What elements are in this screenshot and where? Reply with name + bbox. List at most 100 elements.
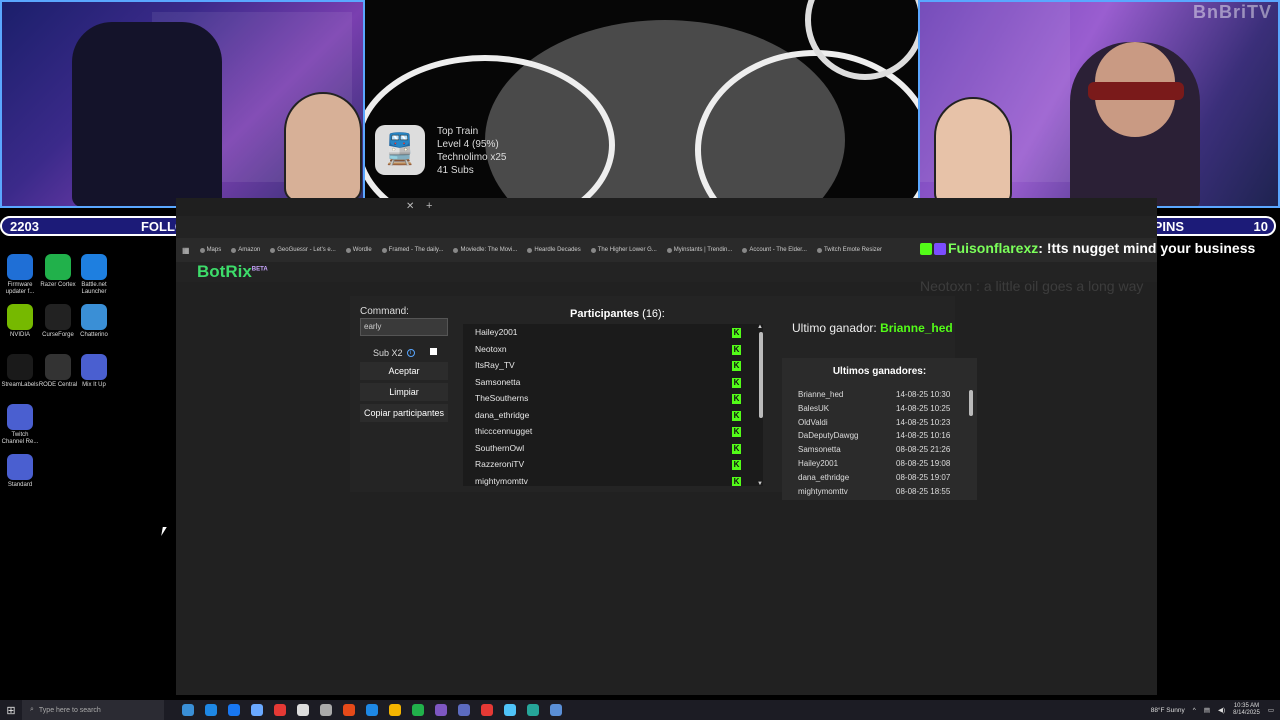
system-tray: 88°F Sunny ^ ▤ ◀) 10:35 AM 8/14/2025 ▭ xyxy=(1151,703,1274,717)
kick-badge-icon: K xyxy=(732,460,741,470)
participants-title-text: Participantes xyxy=(570,308,640,320)
winners-scrollbar[interactable] xyxy=(969,390,973,416)
bookmark-favicon-icon xyxy=(270,247,276,253)
taskbar-app-icon[interactable] xyxy=(297,704,309,716)
info-icon[interactable]: i xyxy=(406,349,415,357)
participant-row: RazzeroniTV K xyxy=(463,456,763,473)
botrix-logo[interactable]: BotRixBETA xyxy=(197,262,268,282)
notifications-icon[interactable]: ▭ xyxy=(1268,706,1274,714)
desktop-icon[interactable]: Firmware updater f... xyxy=(0,254,40,296)
participants-scrollbar[interactable] xyxy=(759,332,763,418)
taskbar-app-icon[interactable] xyxy=(504,704,516,716)
bookmark-label: Wordle xyxy=(352,247,372,253)
close-tab-icon[interactable]: ✕ xyxy=(406,201,414,212)
bookmark-item[interactable]: Myinstants | Trendin... xyxy=(666,247,732,253)
taskbar-app-icon[interactable] xyxy=(251,704,263,716)
taskbar-app-icon[interactable] xyxy=(458,704,470,716)
bookmark-label: Twitch Emote Resizer xyxy=(823,247,882,253)
desktop-icon[interactable]: Mix It Up xyxy=(74,354,114,389)
desktop-icon[interactable]: Chatterino xyxy=(74,304,114,339)
scroll-up-icon[interactable]: ▲ xyxy=(757,324,763,330)
desktop-icon[interactable]: NVIDIA xyxy=(0,304,40,339)
taskbar-app-icon[interactable] xyxy=(481,704,493,716)
weather[interactable]: 88°F Sunny xyxy=(1151,707,1185,714)
desktop-icon[interactable]: Twitch Channel Re... xyxy=(0,404,40,446)
taskbar-app-icon[interactable] xyxy=(228,704,240,716)
winner-date: 08-08-25 18:55 xyxy=(896,486,951,496)
bookmark-item[interactable]: Wordle xyxy=(345,247,372,253)
winner-name: mightymomttv xyxy=(798,486,848,496)
participant-row: Neotoxn K xyxy=(463,341,763,358)
bookmark-item[interactable]: Account - The Elder... xyxy=(742,247,807,253)
taskbar-app-icon[interactable] xyxy=(320,704,332,716)
train-subs: 41 Subs xyxy=(437,165,474,176)
taskbar-app-icon[interactable] xyxy=(343,704,355,716)
bookmark-item[interactable]: Moviedle: The Movi... xyxy=(453,247,517,253)
taskbar-app-icon[interactable] xyxy=(205,704,217,716)
taskbar-app-icon[interactable] xyxy=(366,704,378,716)
participants-list: Hailey2001 K Neotoxn K ItsRay_TV K Samsonetta K… xyxy=(463,324,763,486)
bookmark-label: Account - The Elder... xyxy=(749,247,807,253)
clock[interactable]: 10:35 AM 8/14/2025 xyxy=(1233,703,1260,717)
desktop-icon[interactable]: RODE Central xyxy=(38,354,78,389)
desktop-icon[interactable]: Battle.net Launcher xyxy=(74,254,114,296)
taskbar-app-icon[interactable] xyxy=(274,704,286,716)
bookmark-item[interactable]: Framed - The daily... xyxy=(381,247,443,253)
desktop-icon[interactable]: Standard xyxy=(0,454,40,489)
taskbar-search[interactable]: ⌕ Type here to search xyxy=(22,700,164,720)
new-tab-icon[interactable]: + xyxy=(426,200,432,212)
bookmark-item[interactable]: GeoGuessr - Let's e... xyxy=(270,247,336,253)
scroll-down-icon[interactable]: ▼ xyxy=(757,481,763,487)
taskbar-app-icon[interactable] xyxy=(550,704,562,716)
train-title: Top Train xyxy=(437,126,479,137)
volume-icon[interactable]: ◀) xyxy=(1218,706,1225,714)
webcam-right: BnBriTV xyxy=(918,0,1280,208)
desktop: Firmware updater f... Razer Cortex Battle.… xyxy=(0,236,176,698)
taskbar-app-icon[interactable] xyxy=(182,704,194,716)
search-placeholder: Type here to search xyxy=(38,706,101,714)
desktop-icon[interactable]: CurseForge xyxy=(38,304,78,339)
clear-button[interactable]: Limpiar xyxy=(360,383,448,401)
participants-count: (16): xyxy=(642,308,665,320)
winner-row: Brianne_hed 14-08-25 10:30 xyxy=(782,388,977,402)
taskbar-app-icon[interactable] xyxy=(435,704,447,716)
kick-badge-icon: K xyxy=(732,377,741,388)
bookmark-item[interactable]: The Higher Lower G... xyxy=(590,247,657,253)
bookmark-favicon-icon xyxy=(816,247,822,253)
bookmark-item[interactable]: Amazon xyxy=(231,247,260,253)
command-input[interactable]: early xyxy=(360,318,448,336)
bookmark-favicon-icon xyxy=(231,247,237,253)
train-icon: 🚆 xyxy=(375,125,425,175)
chevron-up-icon[interactable]: ^ xyxy=(1193,707,1196,714)
taskbar-app-icon[interactable] xyxy=(412,704,424,716)
windows-start-icon[interactable]: ⊞ xyxy=(0,704,22,717)
channel-watermark: BnBriTV xyxy=(1193,2,1272,22)
bookmark-favicon-icon xyxy=(199,247,205,253)
webcam-left xyxy=(0,0,365,208)
botrix-beta-label: BETA xyxy=(251,266,268,273)
participant-name: Neotoxn xyxy=(475,343,507,354)
winner-date: 08-08-25 19:08 xyxy=(896,458,951,468)
last-winner: Ultimo ganador: Brianne_hed xyxy=(792,321,953,335)
taskbar-app-icon[interactable] xyxy=(527,704,539,716)
desktop-icon[interactable]: StreamLabels xyxy=(0,354,40,389)
winner-row: DaDeputyDawgg 14-08-25 10:16 xyxy=(782,429,977,443)
network-icon[interactable]: ▤ xyxy=(1204,706,1210,714)
bookmark-favicon-icon xyxy=(590,247,596,253)
bookmark-item[interactable]: Twitch Emote Resizer xyxy=(816,247,882,253)
participants-title: Participantes (16): xyxy=(570,308,665,320)
desktop-icon[interactable]: Razer Cortex xyxy=(38,254,78,289)
chat-overlay: Fuisonflarexz: !tts nugget mind your bus… xyxy=(920,238,1260,296)
bookmark-item[interactable]: Maps xyxy=(199,247,221,253)
razer-cortex-icon xyxy=(45,254,71,280)
apps-grid-icon[interactable]: ▦ xyxy=(182,246,190,255)
mixitup-icon xyxy=(81,354,107,380)
taskbar-app-icon[interactable] xyxy=(389,704,401,716)
sub-x2-checkbox[interactable] xyxy=(430,348,437,355)
winner-name: ItsRay_TV xyxy=(798,498,896,500)
winner-row: BalesUK 14-08-25 10:25 xyxy=(782,402,977,416)
bookmark-item[interactable]: Heardle Decades xyxy=(527,247,581,253)
accept-button[interactable]: Aceptar xyxy=(360,362,448,380)
desktop-icon-label: Battle.net Launcher xyxy=(81,282,107,295)
copy-participants-button[interactable]: Copiar participantes xyxy=(360,404,448,422)
